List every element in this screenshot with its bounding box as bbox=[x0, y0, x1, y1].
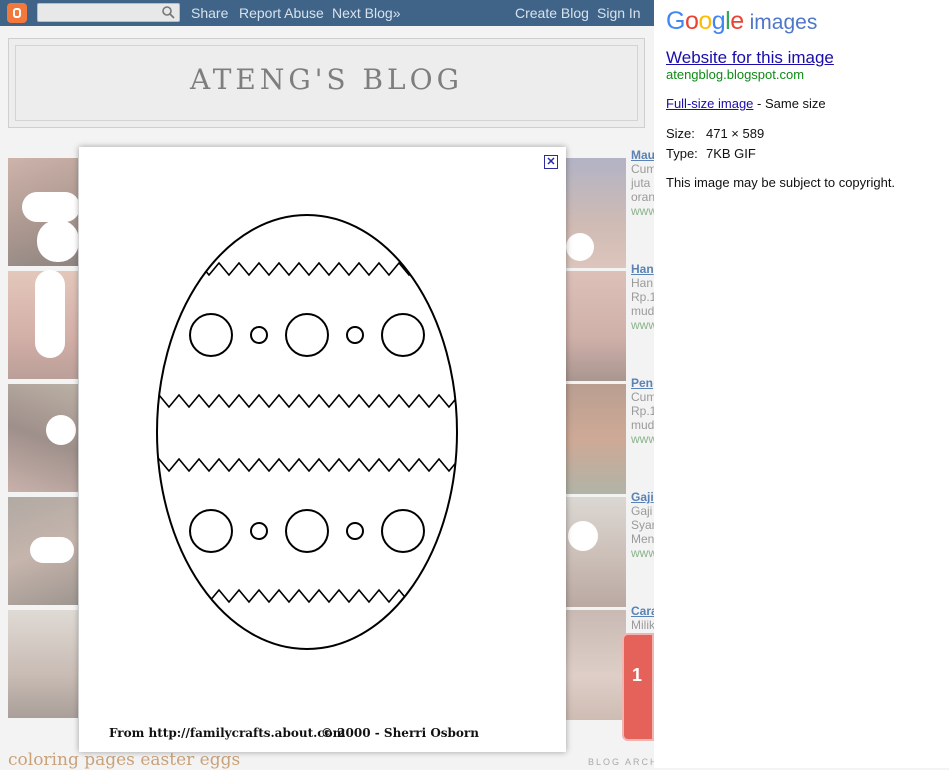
google-images-panel: Google images Website for this image aten… bbox=[654, 0, 949, 768]
sidebar-post-link[interactable]: Pen bbox=[631, 376, 653, 390]
egg-dot-large bbox=[285, 509, 329, 553]
thumbnail-image[interactable] bbox=[566, 497, 626, 607]
image-lightbox: ✕ From http://familycrafts.about.com © 2… bbox=[79, 147, 566, 752]
sidebar-post-link[interactable]: Gaji bbox=[631, 490, 654, 504]
sidebar-post-text: juta bbox=[631, 176, 651, 190]
sidebar-post-link[interactable]: Mau bbox=[631, 148, 655, 162]
censor-blob bbox=[22, 192, 80, 222]
search-icon[interactable] bbox=[161, 5, 175, 19]
blogger-navbar: Share Report Abuse Next Blog» Create Blo… bbox=[0, 0, 654, 26]
thumbnail-image[interactable] bbox=[566, 271, 626, 381]
censor-blob bbox=[566, 233, 594, 261]
egg-dot-large bbox=[189, 509, 233, 553]
floating-badge[interactable]: 1 bbox=[622, 633, 654, 741]
thumbnail-image[interactable] bbox=[8, 610, 78, 718]
sidebar-post-text: Rp.1 bbox=[631, 404, 657, 418]
sidebar-post-text: oran bbox=[631, 190, 656, 204]
blog-title[interactable]: ATENG'S BLOG bbox=[9, 63, 644, 96]
egg-dot-large bbox=[381, 509, 425, 553]
zigzag-band bbox=[157, 393, 457, 409]
size-value: 471 × 589 bbox=[706, 126, 765, 141]
zigzag-band bbox=[157, 588, 457, 604]
sidebar-post-text: Gaji bbox=[631, 504, 653, 518]
google-images-logo[interactable]: Google images bbox=[666, 7, 817, 36]
blogger-logo-icon[interactable] bbox=[7, 3, 27, 23]
thumbnail-image[interactable] bbox=[566, 384, 626, 494]
badge-count: 1 bbox=[632, 665, 643, 685]
type-label: Type: bbox=[666, 146, 698, 161]
egg-dot-large bbox=[189, 313, 233, 357]
sidebar-post-text: mud bbox=[631, 304, 655, 318]
image-credit-copyright: © 2000 - Sherri Osborn bbox=[321, 726, 479, 740]
egg-dot-large bbox=[381, 313, 425, 357]
sidebar-post-link[interactable]: Han bbox=[631, 262, 654, 276]
image-type-row: Type: 7KB GIF bbox=[666, 146, 756, 161]
egg-dot-small bbox=[346, 522, 364, 540]
share-link[interactable]: Share bbox=[191, 5, 228, 21]
censor-blob bbox=[30, 537, 74, 563]
egg-dot-small bbox=[250, 326, 268, 344]
image-credit-source: From http://familycrafts.about.com bbox=[109, 726, 346, 740]
sidebar-post-text: Rp.1 bbox=[631, 290, 657, 304]
easter-egg-coloring-image bbox=[156, 214, 458, 650]
full-size-image-link[interactable]: Full-size image bbox=[666, 96, 753, 111]
size-label: Size: bbox=[666, 126, 695, 141]
sidebar-post-text: Men bbox=[631, 532, 655, 546]
blog-header: ATENG'S BLOG bbox=[8, 38, 645, 128]
images-wordmark: images bbox=[749, 11, 818, 34]
sidebar-post-text: mud bbox=[631, 418, 655, 432]
thumbnail-image[interactable] bbox=[566, 610, 626, 720]
censor-blob bbox=[46, 415, 76, 445]
egg-dot-small bbox=[346, 326, 364, 344]
censor-blob bbox=[35, 270, 65, 358]
sidebar-post-text: Milik bbox=[631, 618, 655, 632]
type-value: 7KB GIF bbox=[706, 146, 756, 161]
sign-in-link[interactable]: Sign In bbox=[597, 5, 641, 21]
zigzag-band bbox=[157, 261, 457, 277]
zigzag-band bbox=[157, 457, 457, 473]
copyright-notice: This image may be subject to copyright. bbox=[666, 175, 896, 190]
post-title[interactable]: coloring pages easter eggs bbox=[8, 750, 240, 770]
sidebar-post-text: Cum bbox=[631, 390, 657, 404]
censor-blob bbox=[568, 521, 598, 551]
egg-dot-large bbox=[285, 313, 329, 357]
website-for-image-link[interactable]: Website for this image bbox=[666, 48, 834, 68]
blog-search-input[interactable] bbox=[37, 3, 180, 22]
sidebar-post-text: Han bbox=[631, 276, 654, 290]
site-domain: atengblog.blogspot.com bbox=[666, 67, 805, 82]
fullsize-row: Full-size image - Same size bbox=[666, 96, 826, 111]
blog-archive-heading: BLOG ARCH bbox=[588, 757, 659, 767]
egg-outline bbox=[156, 214, 458, 650]
sidebar-post-text: Syar bbox=[631, 518, 656, 532]
create-blog-link[interactable]: Create Blog bbox=[515, 5, 589, 21]
censor-blob bbox=[37, 220, 79, 262]
next-blog-link[interactable]: Next Blog» bbox=[332, 5, 400, 21]
egg-dot-small bbox=[250, 522, 268, 540]
google-wordmark: Google bbox=[666, 7, 744, 35]
close-button[interactable]: ✕ bbox=[544, 155, 558, 169]
image-size-row: Size: 471 × 589 bbox=[666, 126, 764, 141]
sidebar-post-text: Cum bbox=[631, 162, 657, 176]
report-abuse-link[interactable]: Report Abuse bbox=[239, 5, 324, 21]
fullsize-note: - Same size bbox=[753, 96, 826, 111]
